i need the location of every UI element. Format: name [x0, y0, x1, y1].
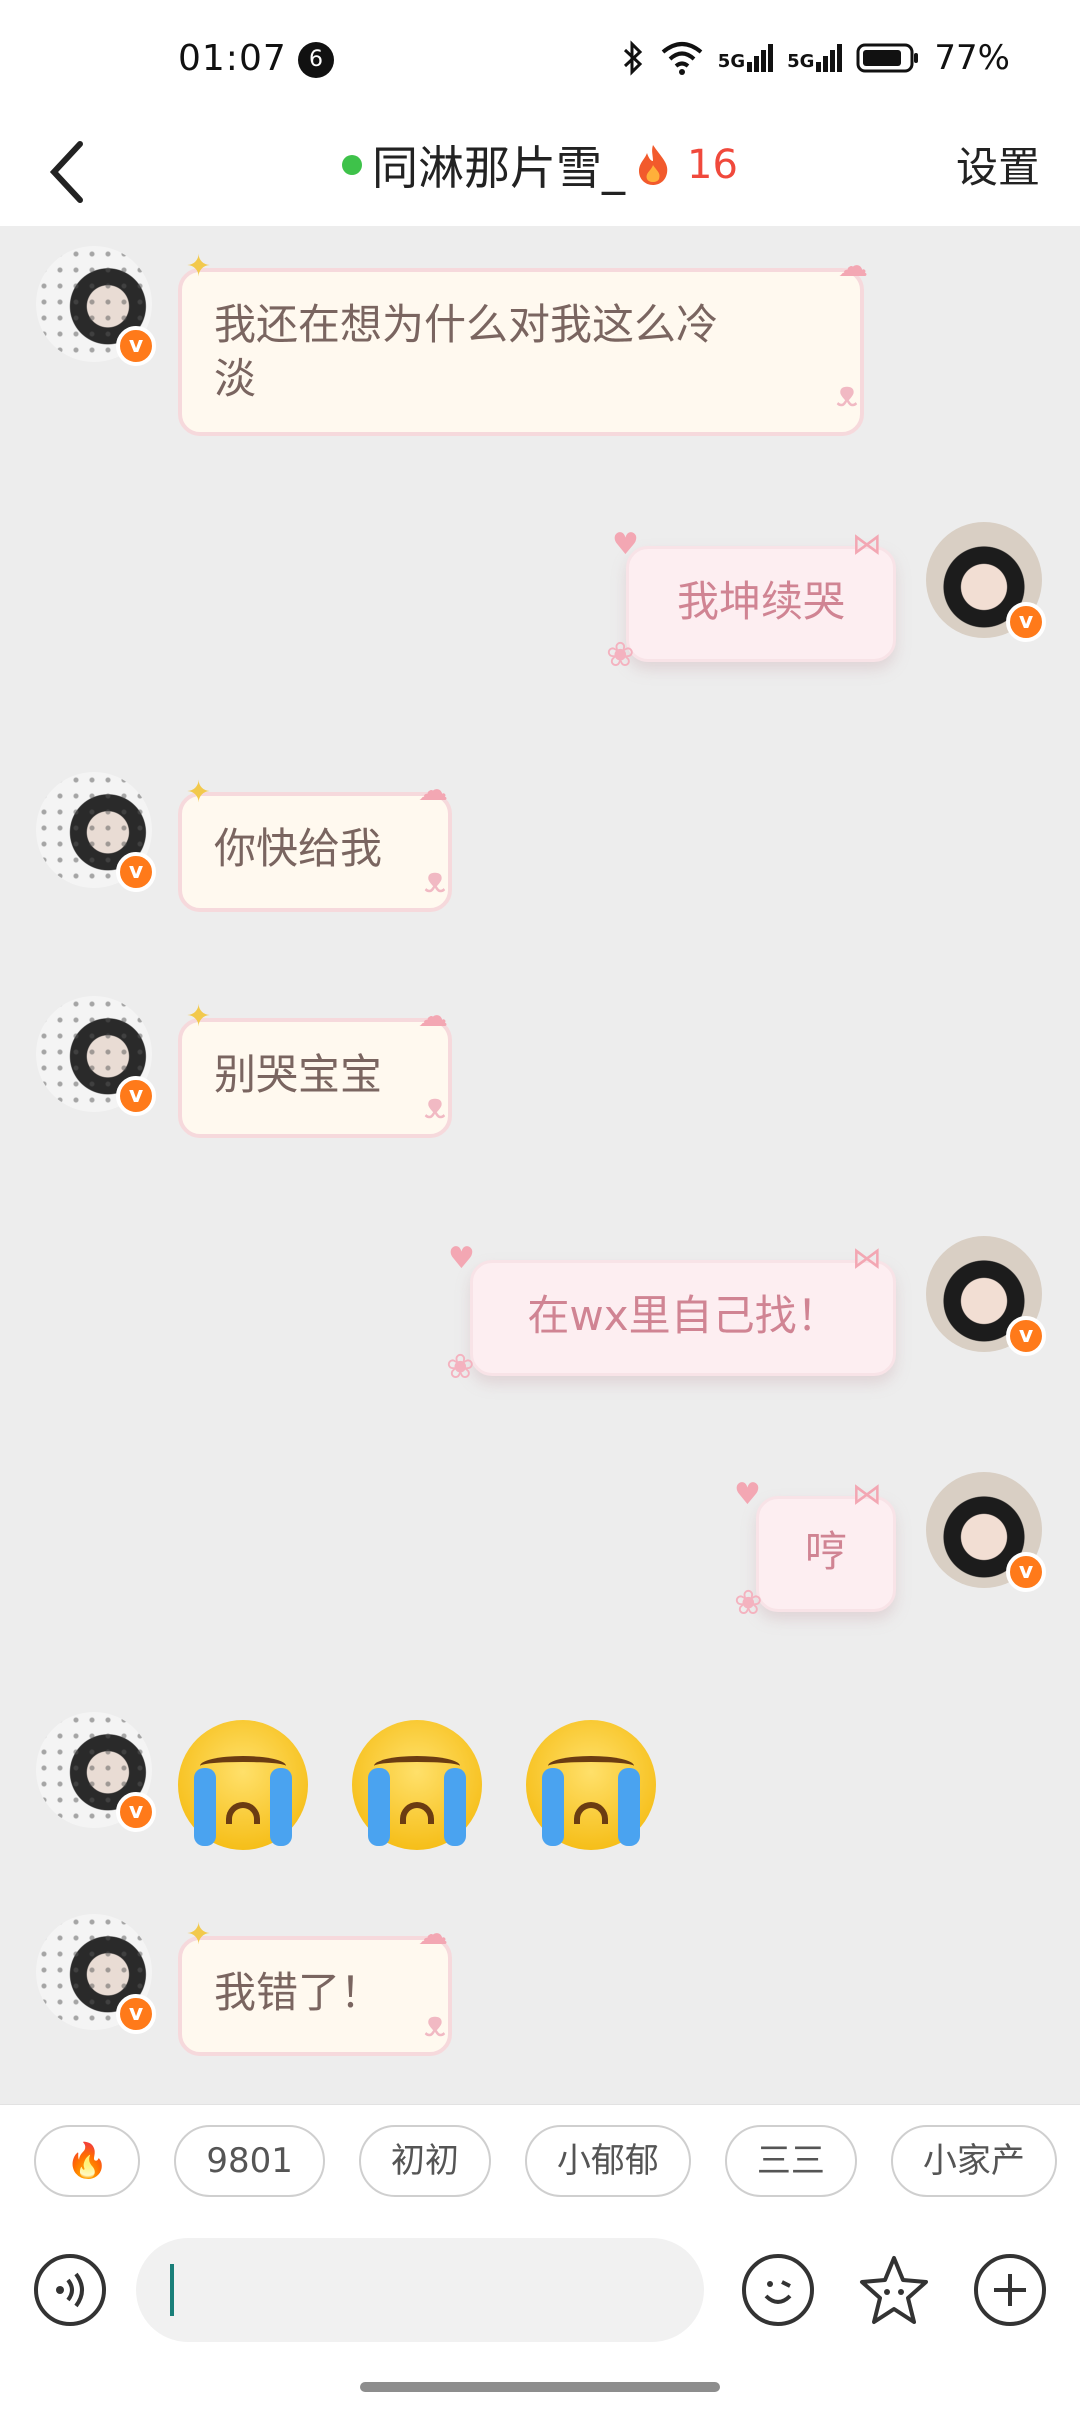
chat-title-area[interactable]: 同淋那片雪_ 16 — [0, 132, 1080, 198]
message-text: 淡 — [214, 354, 257, 403]
verified-badge-icon: v — [116, 1076, 156, 1116]
sticker-icon[interactable] — [858, 2254, 930, 2326]
quick-reply-chip[interactable]: 9801 — [174, 2125, 325, 2197]
message-bubble-right[interactable]: 哼 — [756, 1496, 896, 1612]
message-text: 你快给我 — [214, 824, 383, 873]
paw-sticker-icon: ❀ — [606, 635, 635, 675]
bunny-sticker-icon: ᴥ — [836, 374, 858, 415]
cloud-sticker-icon: ☁ — [418, 1917, 448, 1952]
fire-icon — [639, 145, 668, 185]
quick-reply-bar: 🔥 9801 初初 小郁郁 三三 小家产 — [0, 2104, 1080, 2224]
notification-badge: 6 — [298, 42, 334, 78]
quick-reply-chip[interactable]: 🔥 — [34, 2125, 141, 2197]
message-bubble-right[interactable]: 在wx里自己找！ — [470, 1260, 896, 1376]
paw-sticker-icon: ❀ — [734, 1583, 763, 1623]
quick-reply-chip[interactable]: 小家产 — [890, 2125, 1057, 2197]
signal-icon: 5G — [718, 44, 774, 72]
status-bar: 01:07 6 5G 5G 77% — [0, 0, 1080, 120]
crying-face-emoji-icon[interactable] — [526, 1720, 656, 1850]
bow-sticker-icon: ⋈ — [852, 527, 882, 562]
home-indicator[interactable] — [360, 2382, 720, 2392]
contact-avatar[interactable]: v — [36, 246, 156, 366]
my-avatar[interactable]: v — [926, 522, 1046, 642]
heart-sticker-icon: ♥ — [734, 1477, 761, 1512]
message-text: 我还在想为什么对我这么冷 — [214, 300, 719, 349]
bunny-sticker-icon: ᴥ — [424, 2004, 446, 2045]
star-sticker-icon: ✦ — [186, 775, 212, 810]
verified-badge-icon: v — [116, 1994, 156, 2034]
paw-sticker-icon: ❀ — [446, 1347, 475, 1387]
battery-icon — [856, 43, 919, 73]
quick-reply-chip[interactable]: 三三 — [724, 2125, 857, 2197]
message-bubble-left[interactable]: 我错了！ — [178, 1936, 452, 2056]
my-avatar[interactable]: v — [926, 1472, 1046, 1592]
verified-badge-icon: v — [1006, 1316, 1046, 1356]
bluetooth-icon — [623, 40, 642, 76]
contact-avatar[interactable]: v — [36, 1712, 156, 1832]
settings-button[interactable]: 设置 — [956, 134, 1040, 195]
bow-sticker-icon: ⋈ — [852, 1477, 882, 1512]
status-time: 01:07 — [178, 38, 287, 79]
status-icons: 5G 5G 77% — [620, 36, 1010, 80]
message-text: 我错了！ — [214, 1968, 383, 2017]
crying-face-emoji-icon[interactable] — [178, 1720, 308, 1850]
plus-icon[interactable] — [974, 2254, 1046, 2326]
message-text: 我坤续哭 — [676, 577, 845, 626]
message-bubble-left[interactable]: 别哭宝宝 — [178, 1018, 452, 1138]
contact-avatar[interactable]: v — [36, 996, 156, 1116]
heart-sticker-icon: ♥ — [612, 527, 639, 562]
quick-reply-chip[interactable]: 小郁郁 — [524, 2125, 691, 2197]
bow-sticker-icon: ⋈ — [852, 1241, 882, 1276]
message-bubble-right[interactable]: 我坤续哭 — [626, 546, 896, 662]
signal-icon-2: 5G — [787, 44, 843, 72]
star-sticker-icon: ✦ — [186, 999, 212, 1034]
crying-face-emoji-icon[interactable] — [352, 1720, 482, 1850]
cloud-sticker-icon: ☁ — [418, 999, 448, 1034]
verified-badge-icon: v — [1006, 1552, 1046, 1592]
message-text: 在wx里自己找！ — [527, 1291, 839, 1340]
streak-count: 16 — [687, 142, 738, 188]
message-text: 别哭宝宝 — [214, 1050, 383, 1099]
verified-badge-icon: v — [1006, 602, 1046, 642]
message-bubble-left[interactable]: 我还在想为什么对我这么冷 淡 — [178, 268, 864, 436]
cloud-sticker-icon: ☁ — [418, 773, 448, 808]
verified-badge-icon: v — [116, 1792, 156, 1832]
top-area: 01:07 6 5G 5G 77% 同淋那片雪_ 16 设置 — [0, 0, 1080, 226]
contact-avatar[interactable]: v — [36, 1914, 156, 2034]
message-text: 哼 — [804, 1527, 847, 1576]
chat-header: 同淋那片雪_ 16 设置 — [0, 120, 1080, 226]
verified-badge-icon: v — [116, 852, 156, 892]
star-sticker-icon: ✦ — [186, 249, 212, 284]
emoji-icon[interactable] — [742, 2254, 814, 2326]
chat-title: 同淋那片雪_ — [372, 141, 626, 195]
star-sticker-icon: ✦ — [186, 1917, 212, 1952]
input-bar — [0, 2224, 1080, 2412]
my-avatar[interactable]: v — [926, 1236, 1046, 1356]
message-input[interactable] — [136, 2238, 704, 2342]
battery-percent: 77% — [934, 38, 1010, 78]
heart-sticker-icon: ♥ — [448, 1241, 475, 1276]
text-caret — [170, 2264, 174, 2316]
wifi-icon — [661, 42, 703, 75]
voice-icon[interactable] — [34, 2254, 106, 2326]
message-bubble-left[interactable]: 你快给我 — [178, 792, 452, 912]
bunny-sticker-icon: ᴥ — [424, 1086, 446, 1127]
verified-badge-icon: v — [116, 326, 156, 366]
quick-reply-chip[interactable]: 初初 — [358, 2125, 491, 2197]
online-status-dot — [342, 155, 363, 175]
contact-avatar[interactable]: v — [36, 772, 156, 892]
cloud-sticker-icon: ☁ — [838, 249, 868, 284]
bunny-sticker-icon: ᴥ — [424, 860, 446, 901]
